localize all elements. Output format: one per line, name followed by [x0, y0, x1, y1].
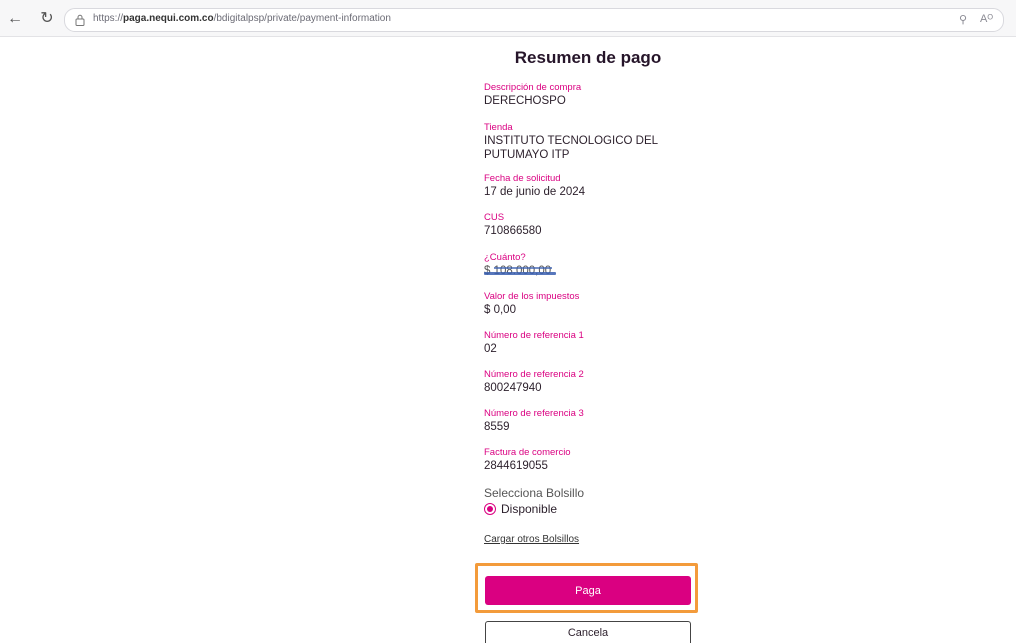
pocket-heading: Selecciona Bolsillo	[484, 486, 585, 500]
redaction-mark	[484, 272, 556, 275]
field-label: Valor de los impuestos	[484, 291, 580, 302]
field-label: CUS	[484, 212, 505, 223]
browser-toolbar: ← ↻ https://paga.nequi.com.co/bdigitalps…	[0, 0, 1016, 37]
field-reference-2: Número de referencia 2 800247940	[484, 369, 724, 395]
field-value: 02	[484, 343, 497, 355]
pay-button[interactable]: Paga	[485, 576, 691, 605]
field-merchant-invoice: Factura de comercio 2844619055	[484, 447, 724, 473]
amount-value: $ 108.000,00	[484, 264, 724, 278]
field-label: Número de referencia 1	[484, 330, 584, 341]
read-aloud-icon[interactable]: Aᴼ	[980, 13, 993, 25]
redaction-mark	[494, 267, 552, 269]
field-tax: Valor de los impuestos $ 0,00	[484, 291, 724, 317]
url-text: https://paga.nequi.com.co/bdigitalpsp/pr…	[93, 13, 391, 24]
field-value: 800247940	[484, 382, 542, 394]
field-label: Número de referencia 2	[484, 369, 584, 380]
field-reference-1: Número de referencia 1 02	[484, 330, 724, 356]
radio-selected-icon[interactable]	[484, 503, 496, 515]
key-icon[interactable]: ⚲	[959, 13, 967, 26]
page-title: Resumen de pago	[514, 48, 662, 67]
field-label: Tienda	[484, 122, 513, 133]
field-value: DERECHOSPO	[484, 95, 566, 107]
field-label: Factura de comercio	[484, 447, 571, 458]
address-bar[interactable]: https://paga.nequi.com.co/bdigitalpsp/pr…	[64, 8, 1004, 32]
field-value: 710866580	[484, 225, 542, 237]
reload-icon[interactable]: ↻	[38, 10, 56, 28]
load-other-pockets-link[interactable]: Cargar otros Bolsillos	[484, 534, 579, 545]
field-label: Número de referencia 3	[484, 408, 584, 419]
field-label: Fecha de solicitud	[484, 173, 561, 184]
field-value: $ 0,00	[484, 304, 516, 316]
field-amount: ¿Cuánto? $ 108.000,00	[484, 252, 724, 278]
cancel-button[interactable]: Cancela	[485, 621, 691, 643]
field-value: 17 de junio de 2024	[484, 186, 586, 198]
field-value: INSTITUTO TECNOLOGICO DEL PUTUMAYO ITP	[484, 135, 658, 161]
field-purchase-description: Descripción de compra DERECHOSPO	[484, 82, 724, 108]
lock-icon	[75, 14, 85, 26]
field-request-date: Fecha de solicitud 17 de junio de 2024	[484, 173, 724, 199]
field-label: Descripción de compra	[484, 82, 582, 93]
pocket-option-label: Disponible	[501, 502, 558, 516]
field-label: ¿Cuánto?	[484, 252, 526, 263]
field-value: 2844619055	[484, 460, 548, 472]
field-reference-3: Número de referencia 3 8559	[484, 408, 724, 434]
field-value: 8559	[484, 421, 510, 433]
field-cus: CUS 710866580	[484, 212, 724, 238]
back-arrow-icon[interactable]: ←	[6, 10, 24, 28]
field-store: Tienda INSTITUTO TECNOLOGICO DEL PUTUMAY…	[484, 122, 714, 162]
